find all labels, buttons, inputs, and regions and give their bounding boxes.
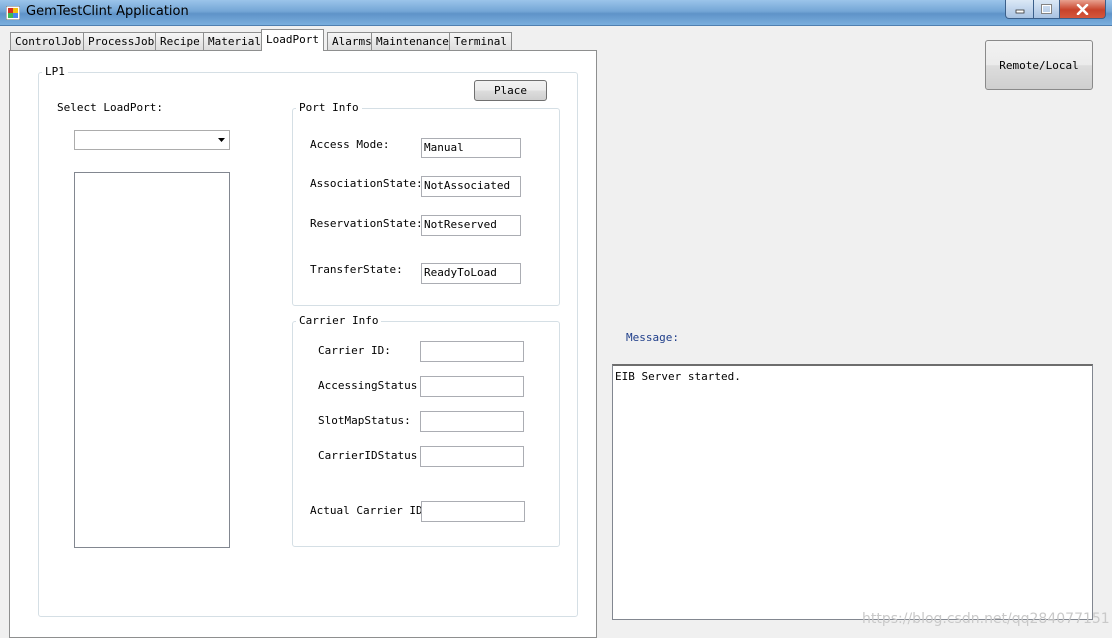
maximize-icon xyxy=(1041,4,1052,14)
app-icon xyxy=(6,6,20,20)
loadport-select[interactable] xyxy=(74,130,230,150)
carrier-id-label: Carrier ID: xyxy=(318,344,391,357)
window-title: GemTestClint Application xyxy=(26,4,189,19)
carrier-info-title: Carrier Info xyxy=(296,314,382,327)
message-text: EIB Server started. xyxy=(615,370,741,383)
tab-recipe[interactable]: Recipe xyxy=(155,32,205,50)
place-button[interactable]: Place xyxy=(474,80,547,101)
message-textbox[interactable]: EIB Server started. xyxy=(612,364,1093,620)
slotmap-status-label: SlotMapStatus: xyxy=(318,414,411,427)
title-bar[interactable]: GemTestClint Application xyxy=(0,0,1112,26)
remote-local-button[interactable]: Remote/Local xyxy=(985,40,1093,90)
reservation-state-field[interactable]: NotReserved xyxy=(421,215,521,236)
access-mode-field[interactable]: Manual xyxy=(421,138,521,158)
lp1-group-title: LP1 xyxy=(42,65,68,78)
carrierid-status-field[interactable] xyxy=(420,446,524,467)
actual-carrier-id-label: Actual Carrier ID: xyxy=(310,504,430,517)
maximize-button[interactable] xyxy=(1033,0,1060,19)
actual-carrier-id-field[interactable] xyxy=(421,501,525,522)
transfer-state-label: TransferState: xyxy=(310,263,403,276)
chevron-down-icon xyxy=(218,138,225,142)
minimize-button[interactable] xyxy=(1005,0,1034,19)
association-state-field[interactable]: NotAssociated xyxy=(421,176,521,197)
tab-processjob[interactable]: ProcessJob xyxy=(83,32,160,50)
slotmap-status-field[interactable] xyxy=(420,411,524,432)
transfer-state-field[interactable]: ReadyToLoad xyxy=(421,263,521,284)
tab-maintenance[interactable]: Maintenance xyxy=(371,32,454,50)
tab-loadport[interactable]: LoadPort xyxy=(261,29,324,51)
tab-terminal[interactable]: Terminal xyxy=(449,32,512,50)
close-button[interactable] xyxy=(1059,0,1106,19)
accessing-status-field[interactable] xyxy=(420,376,524,397)
association-state-label: AssociationState: xyxy=(310,177,423,190)
reservation-state-label: ReservationState: xyxy=(310,217,423,230)
loadport-list[interactable] xyxy=(74,172,230,548)
watermark: https://blog.csdn.net/qq284077151 xyxy=(862,611,1110,627)
tab-controljob[interactable]: ControlJob xyxy=(10,32,87,50)
close-icon xyxy=(1076,3,1089,15)
carrier-id-field[interactable] xyxy=(420,341,524,362)
carrierid-status-label: CarrierIDStatus: xyxy=(318,449,424,462)
minimize-icon xyxy=(1015,9,1024,14)
message-label: Message: xyxy=(626,331,679,344)
access-mode-label: Access Mode: xyxy=(310,138,390,151)
select-loadport-label: Select LoadPort: xyxy=(57,101,163,114)
tab-material[interactable]: Material xyxy=(203,32,266,50)
port-info-title: Port Info xyxy=(296,101,362,114)
accessing-status-label: AccessingStatus: xyxy=(318,379,424,392)
tab-alarms[interactable]: Alarms xyxy=(327,32,377,50)
